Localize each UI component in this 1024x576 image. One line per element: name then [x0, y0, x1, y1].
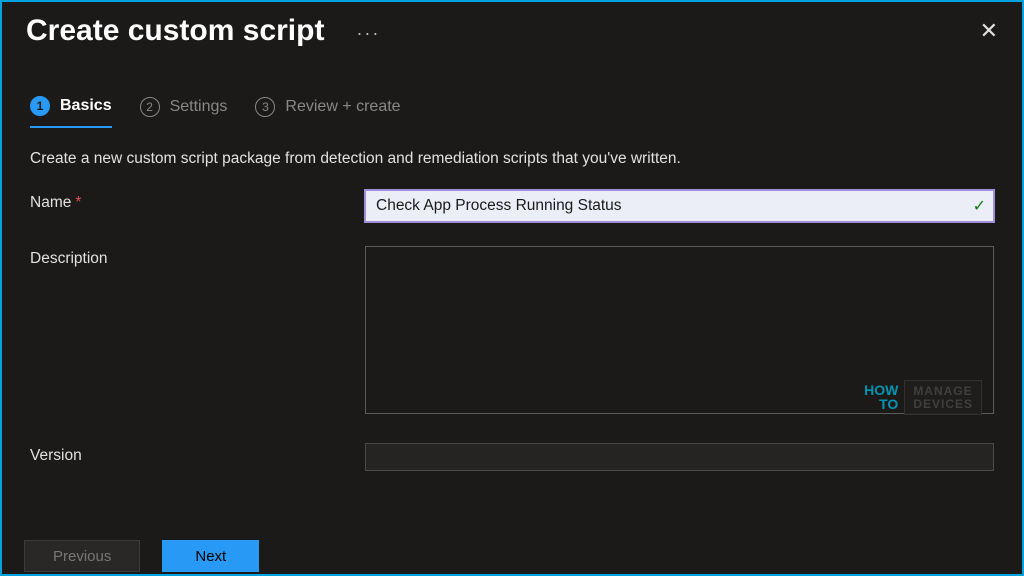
row-version: Version — [30, 443, 994, 471]
page-header: Create custom script ··· ✕ — [2, 2, 1022, 48]
required-indicator: * — [75, 194, 81, 211]
tab-label: Settings — [170, 98, 228, 116]
name-field-wrapper: ✓ — [365, 190, 994, 222]
description-input[interactable] — [365, 246, 994, 414]
step-number-icon: 2 — [140, 97, 160, 117]
close-icon[interactable]: ✕ — [980, 18, 1002, 44]
page-title: Create custom script — [26, 14, 324, 48]
name-input[interactable] — [365, 190, 994, 222]
tab-label: Review + create — [285, 98, 400, 116]
form-basics: Name* ✓ Description Version — [2, 168, 1022, 471]
tab-basics[interactable]: 1 Basics — [30, 96, 112, 128]
tab-label: Basics — [60, 97, 112, 115]
wizard-footer: Previous Next — [2, 540, 281, 574]
previous-button: Previous — [24, 540, 140, 572]
row-name: Name* ✓ — [30, 190, 994, 222]
next-button[interactable]: Next — [162, 540, 259, 572]
step-number-icon: 3 — [255, 97, 275, 117]
wizard-tabs: 1 Basics 2 Settings 3 Review + create — [2, 48, 1022, 128]
tab-review-create[interactable]: 3 Review + create — [255, 97, 400, 127]
description-label: Description — [30, 246, 365, 268]
label-text: Name — [30, 194, 71, 211]
step-number-icon: 1 — [30, 96, 50, 116]
version-label: Version — [30, 443, 365, 465]
name-label: Name* — [30, 190, 365, 212]
more-actions-icon[interactable]: ··· — [356, 23, 380, 44]
description-field-wrapper — [365, 246, 994, 419]
page-subtitle: Create a new custom script package from … — [2, 128, 1022, 168]
tab-settings[interactable]: 2 Settings — [140, 97, 228, 127]
version-field-wrapper — [365, 443, 994, 471]
version-input[interactable] — [365, 443, 994, 471]
row-description: Description — [30, 246, 994, 419]
